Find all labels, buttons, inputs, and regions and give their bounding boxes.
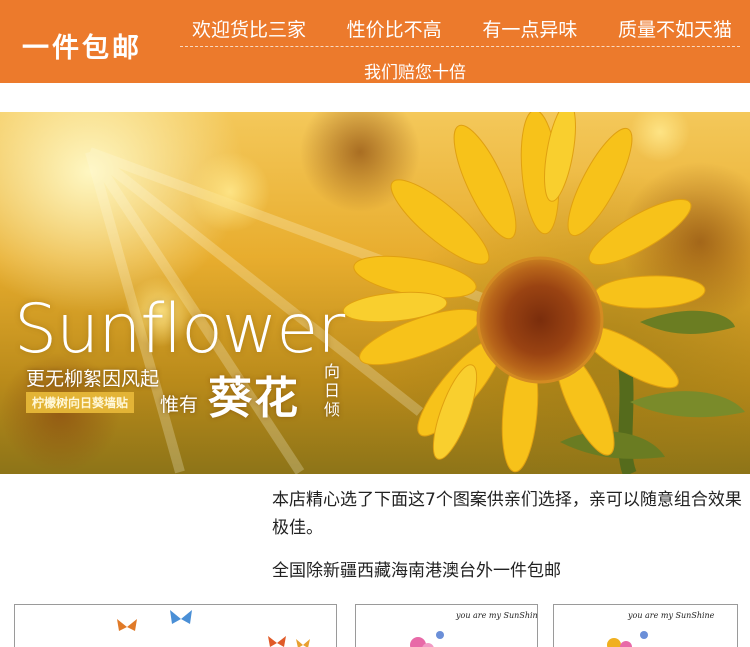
pattern-thumbnail[interactable]: you are my SunShine	[355, 604, 538, 647]
slogan-item: 性价比不高	[346, 19, 442, 41]
dashed-divider	[180, 46, 740, 47]
thumbnail-caption: you are my SunShine	[456, 611, 538, 620]
sunflower-title: Sunflower	[14, 290, 345, 369]
poem-weiyou: 惟有	[160, 394, 199, 416]
poem-vertical: 向日倾	[324, 362, 341, 419]
slogan-item: 欢迎货比三家	[192, 19, 307, 41]
thumbnail-caption: you are my SunShine	[628, 611, 715, 620]
butterfly-icon	[117, 610, 310, 647]
sunflower-hero-image: Sunflower 更无柳絮因风起 柠檬树向日葵墙贴 惟有 葵花 向日倾	[0, 112, 750, 474]
slogan-item: 质量不如天猫	[617, 19, 732, 41]
product-detail-page: 一件包邮 欢迎货比三家 性价比不高 有一点异味 质量不如天猫 我们赔您十倍 Su…	[0, 0, 750, 647]
shipping-note: 全国除新疆西藏海南港澳台外一件包邮	[272, 561, 561, 581]
pattern-thumbnail[interactable]	[14, 604, 337, 647]
poem-line-1: 更无柳絮因风起	[26, 368, 160, 390]
top-banner: 一件包邮 欢迎货比三家 性价比不高 有一点异味 质量不如天猫 我们赔您十倍	[0, 0, 750, 83]
slogan-row: 欢迎货比三家 性价比不高 有一点异味 质量不如天猫	[192, 15, 732, 42]
product-tag: 柠檬树向日葵墙贴	[26, 392, 135, 413]
slogan-item: 有一点异味	[482, 19, 578, 41]
pattern-thumbnail[interactable]: you are my SunShine	[553, 604, 738, 647]
slogan-line-2: 我们赔您十倍	[364, 63, 466, 83]
shop-description: 本店精心选了下面这7个图案供亲们选择，亲可以随意组合效果极佳。	[272, 490, 742, 538]
poem-kuihua: 葵花	[208, 373, 300, 424]
